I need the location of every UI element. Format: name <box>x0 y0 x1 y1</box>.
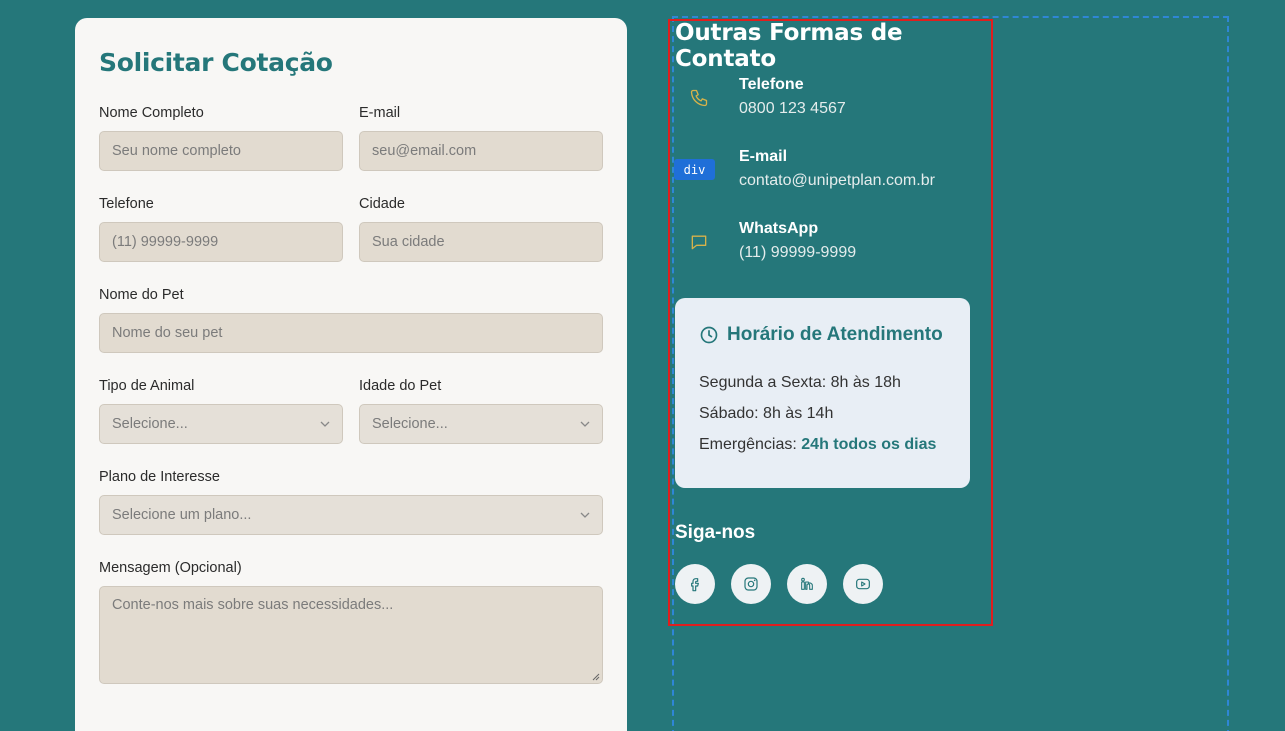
clock-icon <box>700 326 718 344</box>
email-label: E-mail <box>359 105 401 121</box>
hours-saturday: Sábado: 8h às 14h <box>699 405 834 422</box>
contact-phone-text: Telefone 0800 123 4567 <box>739 76 846 118</box>
plan-value: Selecione um plano... <box>112 507 252 523</box>
resize-handle-icon[interactable] <box>591 672 600 681</box>
pet-age-value: Selecione... <box>372 416 448 432</box>
plan-select[interactable]: Selecione um plano... <box>99 495 603 535</box>
animal-type-field: Tipo de Animal Selecione... <box>99 378 343 444</box>
follow-title: Siga-nos <box>675 522 756 543</box>
name-placeholder: Seu nome completo <box>112 143 241 159</box>
chevron-down-icon <box>580 421 590 427</box>
facebook-icon <box>691 578 699 592</box>
plan-label: Plano de Interesse <box>99 469 220 485</box>
instagram-link[interactable] <box>731 564 771 604</box>
chevron-down-icon <box>580 512 590 518</box>
instagram-icon <box>744 577 758 591</box>
name-input[interactable]: Seu nome completo <box>99 131 343 171</box>
contact-phone-value: 0800 123 4567 <box>739 100 846 117</box>
phone-input[interactable]: (11) 99999-9999 <box>99 222 343 262</box>
facebook-link[interactable] <box>675 564 715 604</box>
pet-name-input[interactable]: Nome do seu pet <box>99 313 603 353</box>
email-field: E-mail seu@email.com <box>359 105 603 171</box>
contact-email-value: contato@unipetplan.com.br <box>739 172 935 189</box>
pet-age-field: Idade do Pet Selecione... <box>359 378 603 444</box>
email-input[interactable]: seu@email.com <box>359 131 603 171</box>
quote-form-card: Solicitar Cotação Nome Completo Seu nome… <box>75 18 627 731</box>
contact-whatsapp-value: (11) 99999-9999 <box>739 244 857 261</box>
city-placeholder: Sua cidade <box>372 234 445 250</box>
name-field: Nome Completo Seu nome completo <box>99 105 343 171</box>
pet-name-placeholder: Nome do seu pet <box>112 325 223 341</box>
business-hours-card: Horário de Atendimento Segunda a Sexta: … <box>675 298 970 488</box>
phone-field: Telefone (11) 99999-9999 <box>99 196 343 262</box>
city-field: Cidade Sua cidade <box>359 196 603 262</box>
hours-weekdays: Segunda a Sexta: 8h às 18h <box>699 374 901 391</box>
contact-email-label: E-mail <box>739 148 788 165</box>
email-placeholder: seu@email.com <box>372 143 477 159</box>
phone-placeholder: (11) 99999-9999 <box>112 234 219 250</box>
hours-title: Horário de Atendimento <box>727 324 943 345</box>
chevron-down-icon <box>320 421 330 427</box>
youtube-link[interactable] <box>843 564 883 604</box>
name-label: Nome Completo <box>99 105 204 121</box>
contact-phone-label: Telefone <box>739 76 804 93</box>
hours-emergency: Emergências: 24h todos os dias <box>699 436 946 454</box>
social-links <box>675 564 883 604</box>
pet-age-label: Idade do Pet <box>359 378 442 394</box>
youtube-icon <box>856 578 870 590</box>
form-title: Solicitar Cotação <box>99 48 333 77</box>
animal-type-label: Tipo de Animal <box>99 378 195 394</box>
message-placeholder: Conte-nos mais sobre suas necessidades..… <box>112 597 394 613</box>
contact-section: Outras Formas de Contato <box>675 20 975 72</box>
phone-label: Telefone <box>99 196 154 212</box>
message-field: Mensagem (Opcional) Conte-nos mais sobre… <box>99 560 603 684</box>
city-input[interactable]: Sua cidade <box>359 222 603 262</box>
animal-type-value: Selecione... <box>112 416 188 432</box>
linkedin-icon <box>801 577 813 590</box>
pet-age-select[interactable]: Selecione... <box>359 404 603 444</box>
hours-title-row: Horário de Atendimento <box>699 324 946 346</box>
message-textarea[interactable]: Conte-nos mais sobre suas necessidades..… <box>99 586 603 684</box>
animal-type-select[interactable]: Selecione... <box>99 404 343 444</box>
city-label: Cidade <box>359 196 405 212</box>
pet-name-field: Nome do Pet Nome do seu pet <box>99 287 603 353</box>
inspector-div-tag: div <box>674 159 715 180</box>
contact-whatsapp-label: WhatsApp <box>739 220 819 237</box>
hours-emergency-value: 24h todos os dias <box>801 436 937 453</box>
plan-field: Plano de Interesse Selecione um plano... <box>99 469 603 535</box>
message-label: Mensagem (Opcional) <box>99 560 242 576</box>
contact-title: Outras Formas de Contato <box>675 20 903 72</box>
contact-email-text: E-mail contato@unipetplan.com.br <box>739 148 935 190</box>
hours-emergency-prefix: Emergências: <box>699 436 802 453</box>
contact-whatsapp-text: WhatsApp (11) 99999-9999 <box>739 220 856 262</box>
message-icon <box>691 235 707 250</box>
pet-name-label: Nome do Pet <box>99 287 184 303</box>
phone-icon <box>690 89 708 107</box>
linkedin-link[interactable] <box>787 564 827 604</box>
